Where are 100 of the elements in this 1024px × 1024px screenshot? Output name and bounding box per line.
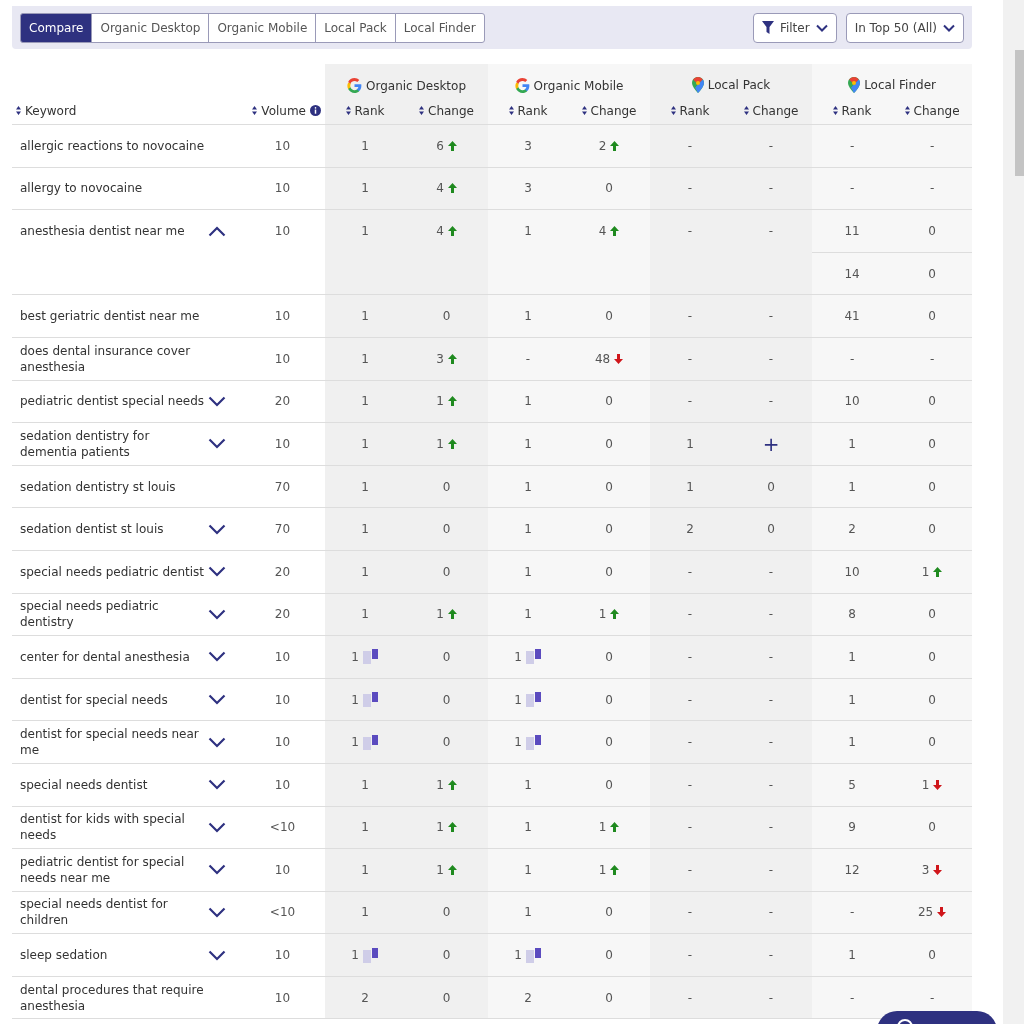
rank-value: -: [687, 820, 693, 835]
keyword-text: center for dental anesthesia: [20, 648, 190, 665]
rank-value: 2: [598, 138, 607, 153]
info-icon[interactable]: [310, 105, 321, 117]
view-tab[interactable]: Organic Desktop: [91, 12, 210, 43]
rank-value: -: [687, 181, 693, 196]
rank-value: 1: [436, 436, 444, 451]
rank-value: 1: [524, 224, 532, 239]
volume-value: 20: [274, 394, 291, 409]
volume-value: 10: [274, 862, 291, 877]
rank-value: 0: [605, 777, 613, 792]
sort-icon[interactable]: [16, 106, 21, 116]
expand-chevron-icon[interactable]: [208, 949, 226, 961]
rank-value: -: [768, 224, 774, 239]
sort-icon[interactable]: [832, 106, 838, 116]
rank-value: -: [849, 138, 855, 153]
column-header: Rank: [354, 103, 385, 118]
rank-value: -: [687, 948, 693, 963]
view-tab[interactable]: Compare: [20, 12, 93, 43]
volume-value: 10: [274, 692, 291, 707]
rank-value: -: [687, 394, 693, 409]
range-dropdown[interactable]: In Top 50 (All): [845, 12, 964, 43]
rank-value: 1: [514, 948, 522, 963]
column-header: Rank: [841, 103, 872, 118]
google-logo-icon: [514, 78, 530, 93]
rank-value: 48: [594, 351, 611, 366]
sort-icon[interactable]: [743, 106, 749, 116]
expand-chevron-icon[interactable]: [208, 608, 226, 620]
rank-value: 1: [524, 905, 532, 920]
expand-chevron-icon[interactable]: [208, 821, 226, 833]
map-pin-icon: [848, 77, 861, 93]
rank-value: -: [687, 905, 693, 920]
rank-value: 1: [361, 905, 369, 920]
rank-value: 4: [598, 224, 607, 239]
rank-value: 1: [436, 394, 444, 409]
expand-chevron-icon[interactable]: [208, 523, 226, 535]
rank-value: 0: [928, 436, 936, 451]
rank-value: -: [768, 309, 774, 324]
volume-value: 10: [274, 436, 291, 451]
filter-icon: [761, 21, 774, 34]
rank-value: -: [768, 905, 774, 920]
rank-value: 2: [848, 522, 856, 537]
rank-value: 4: [436, 224, 444, 239]
view-tab[interactable]: Local Pack: [315, 12, 396, 43]
rank-value: -: [687, 607, 693, 622]
sort-icon[interactable]: [670, 106, 676, 116]
sort-icon[interactable]: [581, 106, 587, 116]
expand-chevron-icon[interactable]: [208, 395, 226, 407]
rank-value: 1: [361, 522, 369, 537]
view-tab[interactable]: Local Finder: [394, 12, 485, 43]
rank-value: -: [768, 777, 774, 792]
rank-value: 3: [524, 181, 532, 196]
rank-value: 0: [442, 735, 451, 750]
rank-value: 1: [514, 649, 522, 664]
rank-value: 1: [436, 777, 444, 792]
rank-value: -: [768, 181, 774, 196]
sort-icon[interactable]: [252, 106, 258, 116]
rank-value: 9: [848, 820, 856, 835]
sort-icon[interactable]: [345, 106, 351, 116]
filter-button[interactable]: Filter: [752, 12, 837, 43]
expand-chevron-icon[interactable]: [208, 736, 226, 748]
expand-chevron-icon[interactable]: [208, 907, 226, 918]
rank-value: 0: [928, 820, 936, 835]
rank-value: 1: [514, 735, 522, 750]
expand-chevron-icon[interactable]: [208, 694, 226, 705]
rank-value: -: [687, 351, 693, 366]
rank-value: -: [929, 181, 935, 196]
expand-chevron-icon[interactable]: [208, 651, 226, 663]
keyword-text: sedation dentist st louis: [20, 521, 164, 538]
rank-value: -: [687, 564, 693, 579]
expand-chevron-icon[interactable]: [208, 864, 226, 876]
keyword-text: allergic reactions to novocaine: [20, 137, 205, 154]
expand-chevron-icon[interactable]: [208, 438, 226, 450]
rank-value: 1: [514, 692, 522, 707]
rank-value: 0: [442, 479, 451, 494]
column-header: Keyword: [25, 103, 77, 118]
rank-value: -: [687, 735, 693, 750]
volume-value: 10: [274, 351, 291, 366]
rank-value: 1: [361, 862, 369, 877]
column-group-title: Organic Desktop: [366, 78, 466, 93]
sort-icon[interactable]: [904, 106, 910, 116]
rank-value: 10: [844, 564, 860, 579]
rank-value: -: [768, 990, 774, 1005]
collapse-chevron-icon[interactable]: [208, 225, 226, 237]
expand-chevron-icon[interactable]: [208, 566, 226, 578]
caret-icon: [943, 23, 955, 32]
rank-value: 1: [598, 820, 607, 835]
rank-value: 0: [442, 564, 451, 579]
rank-value: -: [768, 564, 774, 579]
rank-value: 1: [921, 564, 930, 579]
sort-icon[interactable]: [508, 106, 514, 116]
expand-chevron-icon[interactable]: [208, 779, 226, 791]
column-group-title: Organic Mobile: [533, 78, 624, 93]
rank-value: 1: [524, 309, 532, 324]
sort-icon[interactable]: [419, 106, 425, 116]
view-tab[interactable]: Organic Mobile: [208, 12, 317, 43]
rank-value: 1: [361, 777, 369, 792]
rank-value: 41: [844, 309, 860, 324]
rank-value: 1: [351, 692, 359, 707]
rank-value: 1: [436, 820, 444, 835]
